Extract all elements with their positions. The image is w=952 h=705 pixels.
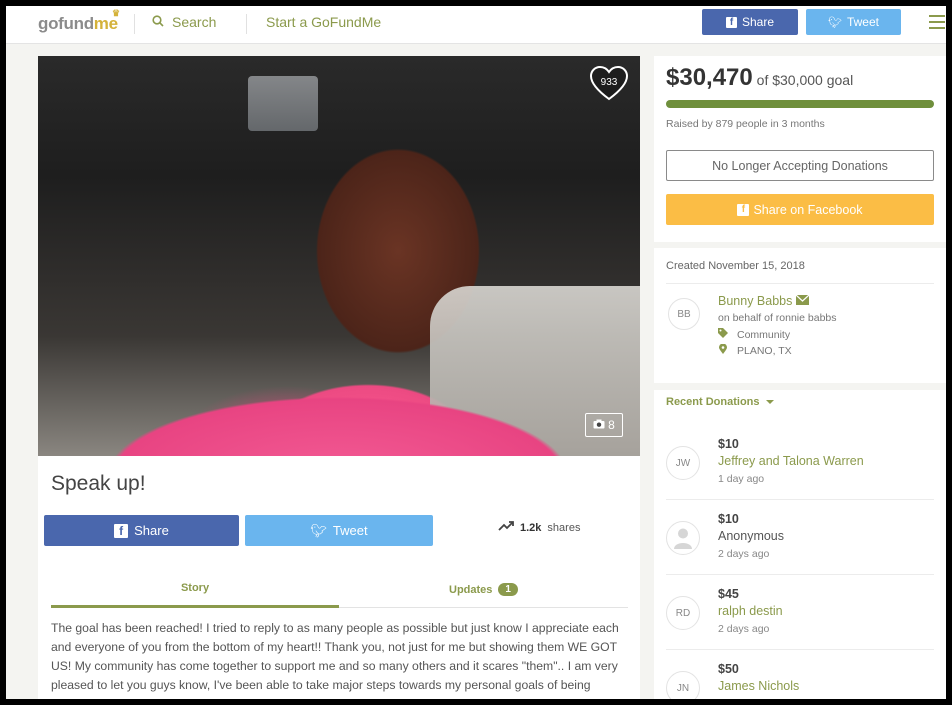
photo-car-window	[248, 76, 318, 131]
tab-updates[interactable]: Updates 1	[339, 571, 628, 608]
donor-name[interactable]: Jeffrey and Talona Warren	[718, 454, 864, 468]
donation-time: 2 days ago	[718, 623, 770, 635]
organizer-card: Created November 15, 2018 BB Bunny Babbs…	[654, 248, 946, 383]
search-icon	[152, 14, 164, 30]
updates-count-badge: 1	[498, 583, 518, 596]
facebook-share-button[interactable]: f Share	[44, 515, 239, 546]
donor-name: Anonymous	[718, 529, 785, 543]
raised-by-text: Raised by 879 people in 3 months	[666, 118, 825, 130]
heart-favorite-button[interactable]: 933	[589, 65, 629, 102]
goal-text: of $30,000 goal	[756, 72, 854, 88]
facebook-icon: f	[725, 16, 737, 28]
start-gofundme-link[interactable]: Start a GoFundMe	[266, 14, 381, 30]
share-on-facebook-label: Share on Facebook	[753, 202, 863, 217]
photo-count: 8	[608, 418, 615, 432]
campaign-tabs: Story Updates 1	[51, 571, 628, 608]
top-nav-bar: gofundme ♛ Search Start a GoFundMe f Sha…	[6, 6, 946, 44]
donations-list: JW $10 Jeffrey and Talona Warren 1 day a…	[654, 419, 946, 699]
donation-time: 1 day ago	[718, 473, 765, 485]
twitter-icon: 🐦︎	[310, 522, 327, 538]
donor-avatar: JW	[666, 446, 700, 480]
map-pin-icon	[718, 343, 728, 357]
divider	[666, 283, 934, 284]
share-on-facebook-button[interactable]: f Share on Facebook	[666, 194, 934, 225]
logo-text-gofund: gofund	[38, 14, 94, 33]
divider	[666, 574, 934, 575]
trending-up-icon	[498, 521, 514, 534]
header-tweet-label: Tweet	[846, 15, 879, 29]
search-label: Search	[172, 14, 217, 30]
funding-summary-card: $30,470 of $30,000 goal Raised by 879 pe…	[654, 56, 946, 242]
share-label: Share	[134, 523, 169, 538]
category-row: Community	[718, 328, 790, 341]
shares-count: 1.2k shares	[498, 521, 580, 534]
logo-crown-icon: ♛	[112, 8, 120, 18]
tweet-button[interactable]: 🐦︎ Tweet	[245, 515, 433, 546]
tab-updates-label: Updates	[449, 583, 493, 596]
heart-count: 933	[600, 77, 618, 88]
photo-gallery-button[interactable]: 8	[585, 413, 623, 437]
donation-time: 2 days ago	[718, 548, 770, 560]
photo-pink-sweater	[38, 356, 640, 456]
divider	[666, 649, 934, 650]
header-share-label: Share	[741, 15, 775, 29]
header-facebook-share-button[interactable]: f Share	[702, 9, 798, 35]
campaign-photo[interactable]: 933 8	[38, 56, 640, 456]
twitter-icon: 🐦︎	[828, 16, 842, 29]
divider	[666, 499, 934, 500]
donation-amount: $45	[718, 587, 739, 601]
recent-donations-dropdown[interactable]: Recent Donations	[666, 396, 774, 408]
location-text: PLANO, TX	[737, 344, 792, 357]
nav-divider	[246, 14, 247, 34]
donation-item: JW $10 Jeffrey and Talona Warren 1 day a…	[654, 433, 946, 508]
caret-down-icon	[765, 400, 774, 404]
tab-story[interactable]: Story	[51, 571, 339, 608]
donation-item: RD $45 ralph destin 2 days ago	[654, 583, 946, 658]
header-tweet-button[interactable]: 🐦︎ Tweet	[806, 9, 901, 35]
facebook-icon: f	[737, 203, 750, 216]
browser-viewport: gofundme ♛ Search Start a GoFundMe f Sha…	[6, 6, 946, 699]
hamburger-menu-icon[interactable]	[929, 15, 945, 29]
shares-suffix: shares	[547, 521, 581, 534]
no-longer-accepting-button[interactable]: No Longer Accepting Donations	[666, 150, 934, 181]
goal-progress-fill	[666, 100, 934, 108]
anonymous-avatar-icon	[666, 521, 700, 555]
location-row: PLANO, TX	[718, 343, 792, 357]
donor-avatar: JN	[666, 671, 700, 699]
donor-name[interactable]: James Nichols	[718, 679, 799, 693]
donation-amount: $10	[718, 437, 739, 451]
donor-name[interactable]: ralph destin	[718, 604, 783, 618]
recent-donations-label: Recent Donations	[666, 396, 760, 408]
gofundme-logo[interactable]: gofundme ♛	[38, 8, 120, 34]
shares-number: 1.2k	[520, 521, 542, 534]
created-date: Created November 15, 2018	[666, 260, 805, 272]
organizer-name-link[interactable]: Bunny Babbs	[718, 294, 810, 308]
nav-divider	[134, 14, 135, 34]
campaign-main-card: 933 8 Speak up! f Share 🐦︎ Tweet 1.2k sh…	[38, 56, 640, 699]
organizer-name: Bunny Babbs	[718, 294, 793, 308]
camera-icon	[593, 418, 605, 432]
story-text: The goal has been reached! I tried to re…	[51, 621, 619, 692]
facebook-icon: f	[114, 523, 129, 538]
organizer-avatar: BB	[668, 298, 700, 330]
raised-amount: $30,470	[666, 64, 753, 91]
campaign-title: Speak up!	[51, 472, 146, 495]
donation-amount: $10	[718, 512, 739, 526]
donation-item: JN $50 James Nichols	[654, 658, 946, 699]
search-link[interactable]: Search	[152, 14, 216, 30]
goal-progress-bar	[666, 100, 934, 108]
tag-icon	[718, 328, 728, 341]
tweet-label: Tweet	[332, 523, 368, 538]
raised-summary: $30,470 of $30,000 goal	[666, 64, 853, 92]
donation-amount: $50	[718, 662, 739, 676]
category-link[interactable]: Community	[737, 329, 790, 341]
on-behalf-of: on behalf of ronnie babbs	[718, 312, 837, 324]
envelope-icon[interactable]	[795, 294, 810, 308]
donor-avatar: RD	[666, 596, 700, 630]
donation-item: $10 Anonymous 2 days ago	[654, 508, 946, 583]
